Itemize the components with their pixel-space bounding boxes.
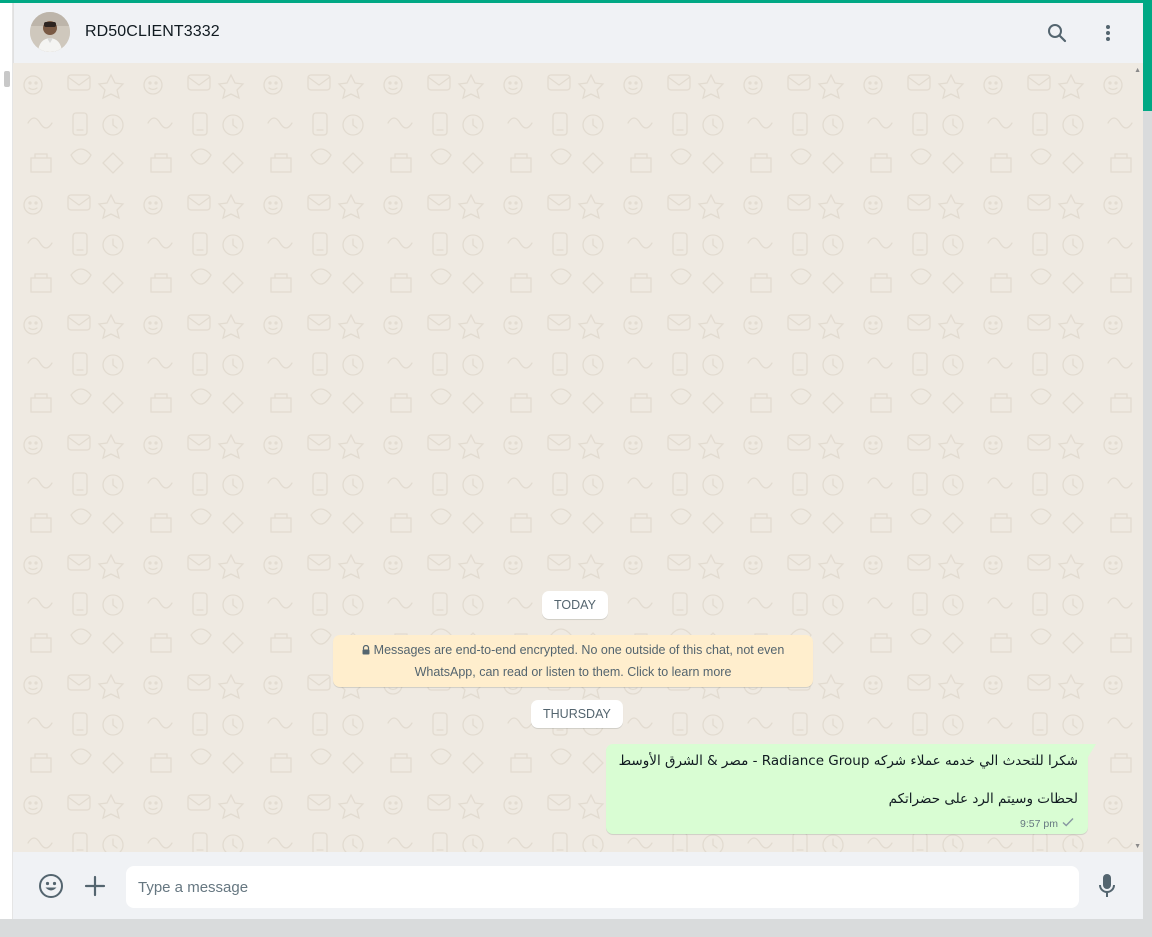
- date-divider-thursday: THURSDAY: [531, 700, 623, 728]
- encryption-notice-line2: WhatsApp, can read or listen to them. Cl…: [414, 665, 732, 679]
- message-input[interactable]: [126, 866, 1079, 908]
- doodle-background: [13, 63, 1143, 852]
- contact-name[interactable]: RD50CLIENT3332: [85, 23, 220, 41]
- message-list[interactable]: ▲ ▼ TODAY Messages are end-to-end encryp…: [13, 63, 1143, 852]
- lock-icon: [362, 641, 370, 662]
- outgoing-message[interactable]: شكرا للتحدث الي خدمه عملاء شركه Radiance…: [606, 744, 1096, 834]
- microphone-icon[interactable]: [1093, 872, 1121, 900]
- search-icon[interactable]: [1045, 21, 1069, 45]
- avatar[interactable]: [30, 12, 70, 52]
- message-time: 9:57 pm: [1020, 817, 1058, 830]
- chat-header: RD50CLIENT3332: [13, 3, 1143, 63]
- window-bottom-edge: [0, 919, 1152, 937]
- encryption-notice-line1: Messages are end-to-end encrypted. No on…: [373, 643, 785, 657]
- side-scrollbar-thumb[interactable]: [4, 71, 10, 87]
- scroll-down-icon[interactable]: ▼: [1134, 843, 1141, 850]
- attach-plus-icon[interactable]: [81, 872, 109, 900]
- single-check-icon: [1062, 817, 1074, 830]
- window-accent-edge: [1143, 0, 1152, 111]
- message-text-line1: شكرا للتحدث الي خدمه عملاء شركه Radiance…: [618, 753, 1078, 769]
- bubble-tail: [1088, 744, 1096, 757]
- chat-scrollbar[interactable]: ▲ ▼: [1134, 63, 1143, 852]
- chat-window: RD50CLIENT3332 ▲ ▼ TODAY Messages are en…: [13, 3, 1143, 919]
- message-meta: 9:57 pm: [1020, 817, 1074, 830]
- encryption-notice[interactable]: Messages are end-to-end encrypted. No on…: [333, 635, 813, 687]
- compose-bar: [13, 852, 1143, 919]
- emoji-icon[interactable]: [37, 872, 65, 900]
- menu-icon[interactable]: [1096, 21, 1120, 45]
- scroll-up-icon[interactable]: ▲: [1134, 67, 1141, 74]
- date-divider-today: TODAY: [542, 591, 608, 619]
- side-panel-edge: [0, 3, 13, 919]
- message-text-line2: لحظات وسيتم الرد على حضراتكم: [888, 791, 1078, 807]
